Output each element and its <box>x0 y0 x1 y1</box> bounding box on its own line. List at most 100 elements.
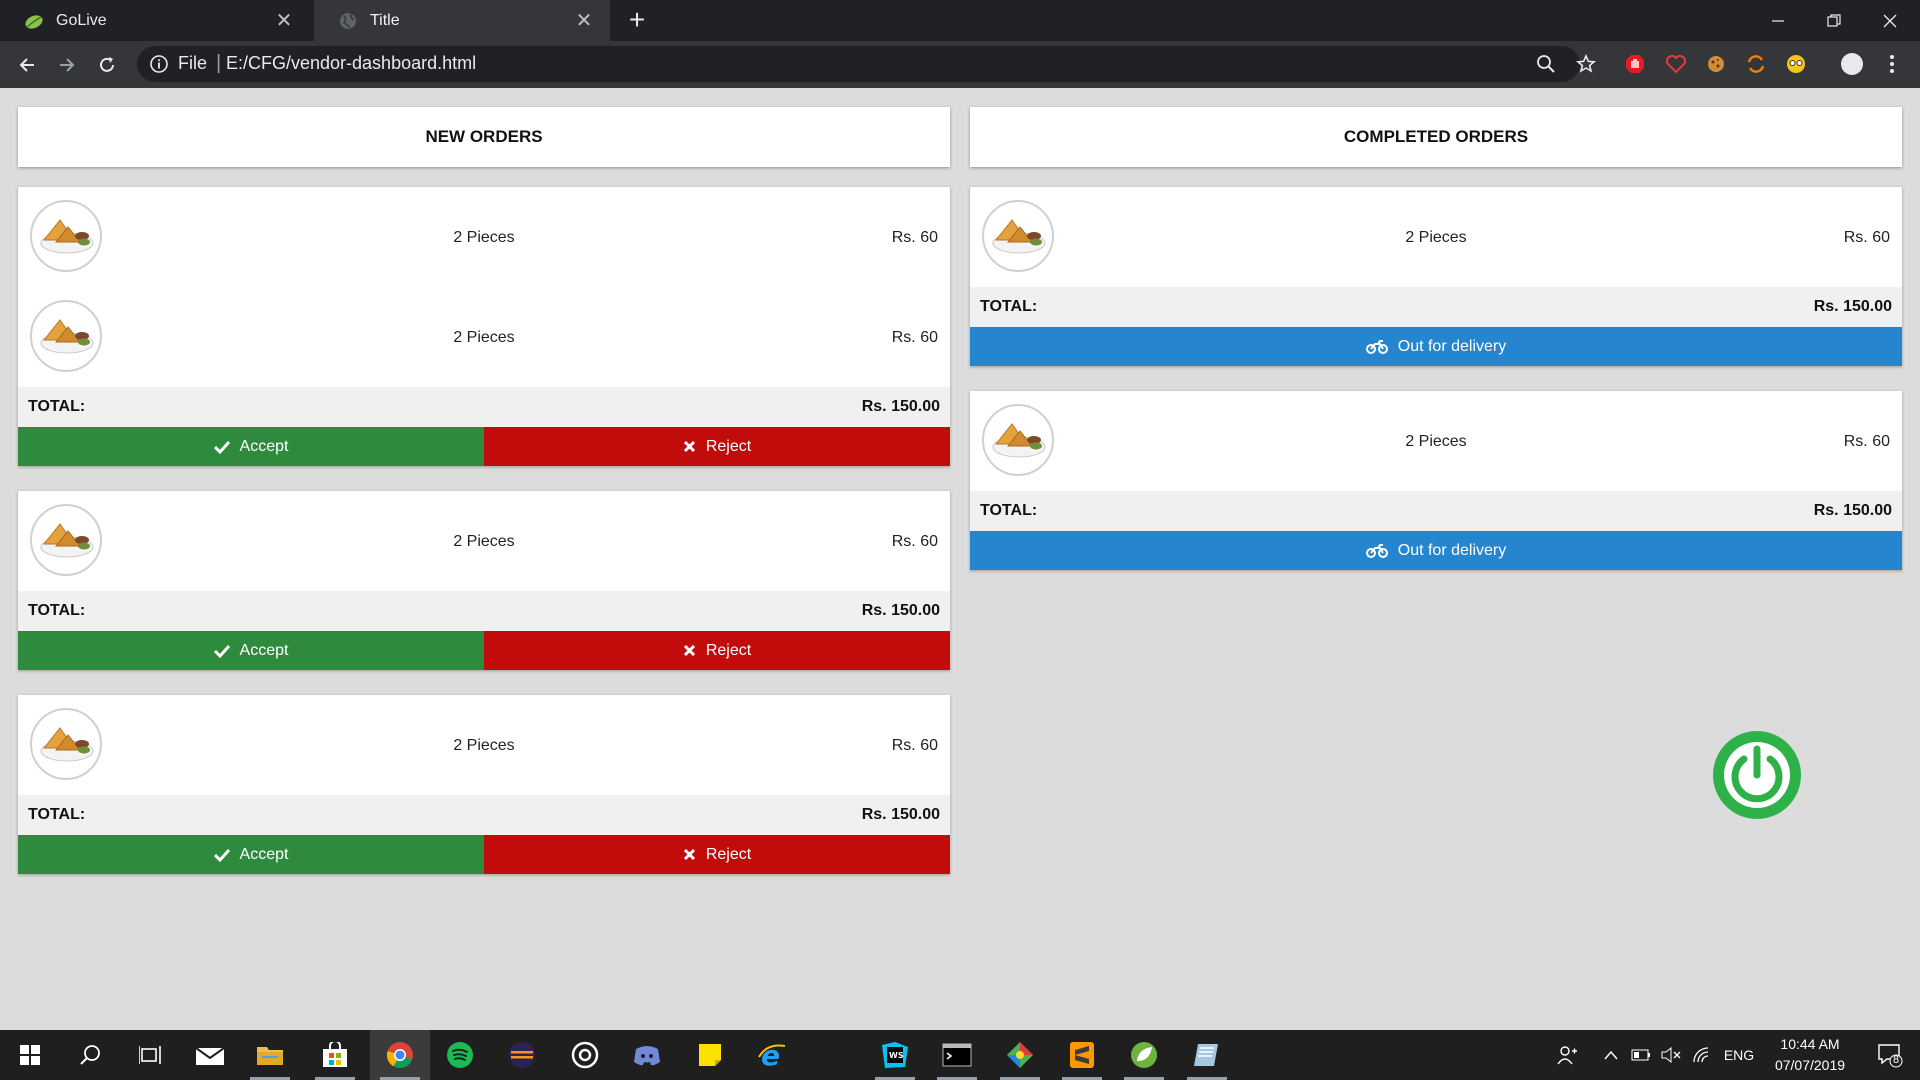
item-quantity: 2 Pieces <box>1405 229 1467 246</box>
address-scheme: File <box>178 53 208 73</box>
total-amount: Rs. 150.00 <box>861 602 940 619</box>
glasses-extension-icon[interactable] <box>1784 52 1808 76</box>
restore-icon[interactable] <box>1806 0 1862 41</box>
total-label: TOTAL: <box>28 806 86 823</box>
internet-explorer-icon[interactable]: e <box>742 1030 802 1080</box>
adblock-extension-icon[interactable] <box>1623 52 1647 76</box>
volume-muted-icon[interactable] <box>1656 1030 1686 1080</box>
completed-order-card: 2 Pieces Rs. 60 TOTAL: Rs. 150.00 Out fo… <box>970 187 1902 366</box>
spring-tool-icon[interactable] <box>1114 1030 1174 1080</box>
reject-button[interactable]: Reject <box>484 631 950 670</box>
back-icon[interactable] <box>11 49 43 81</box>
tab-title: Title <box>370 11 400 29</box>
new-order-card: 2 Pieces Rs. 60 TOTAL: Rs. 150.00 Accept… <box>18 695 950 874</box>
git-kraken-icon[interactable] <box>990 1030 1050 1080</box>
cross-icon <box>683 440 696 453</box>
clock-time: 10:44 AM <box>1780 1036 1840 1052</box>
wifi-icon[interactable] <box>1686 1030 1718 1080</box>
reject-label: Reject <box>705 437 752 455</box>
eclipse-icon[interactable] <box>492 1030 552 1080</box>
close-window-icon[interactable] <box>1862 0 1918 41</box>
svg-text:WS: WS <box>889 1051 904 1060</box>
cookie-extension-icon[interactable] <box>1704 52 1728 76</box>
minimize-icon[interactable] <box>1750 0 1806 41</box>
completed-orders-header: COMPLETED ORDERS <box>970 107 1902 167</box>
file-explorer-icon[interactable] <box>240 1030 300 1080</box>
item-price: Rs. 60 <box>1843 433 1890 450</box>
spotify-icon[interactable] <box>430 1030 490 1080</box>
out-for-delivery-button[interactable]: Out for delivery <box>970 327 1902 366</box>
power-toggle-icon[interactable] <box>1713 731 1801 819</box>
cross-icon <box>683 644 696 657</box>
system-clock[interactable]: 10:44 AM 07/07/2019 <box>1760 1034 1860 1076</box>
menu-kebab-icon[interactable] <box>1880 52 1904 76</box>
check-icon <box>213 644 230 658</box>
browser-tab-strip: GoLive ✕ Title ✕ + <box>0 0 1920 41</box>
discord-icon[interactable] <box>617 1030 677 1080</box>
order-actions: Accept Reject <box>18 835 950 874</box>
terminal-icon[interactable] <box>927 1030 987 1080</box>
new-tab-button[interactable]: + <box>622 4 652 35</box>
bookmark-star-icon[interactable] <box>1574 52 1598 76</box>
windows-start-icon[interactable] <box>0 1030 60 1080</box>
accept-label: Accept <box>239 437 289 455</box>
tab-golive[interactable]: GoLive ✕ <box>0 0 310 41</box>
tab-close-icon[interactable]: ✕ <box>572 9 596 33</box>
reject-button[interactable]: Reject <box>484 835 950 874</box>
order-total-row: TOTAL: Rs. 150.00 <box>18 795 950 835</box>
tab-title-active[interactable]: Title ✕ <box>314 0 610 41</box>
mail-icon[interactable] <box>180 1030 240 1080</box>
item-quantity: 2 Pieces <box>453 229 515 246</box>
new-order-card: 2 Pieces Rs. 60 TOTAL: Rs. 150.00 Accept… <box>18 491 950 670</box>
total-label: TOTAL: <box>980 502 1038 519</box>
reject-label: Reject <box>705 641 752 659</box>
order-actions: Accept Reject <box>18 631 950 670</box>
globe-favicon-icon <box>340 12 356 29</box>
address-url[interactable]: E:/CFG/vendor-dashboard.html <box>226 53 476 74</box>
completed-orders-title: COMPLETED ORDERS <box>1343 127 1529 146</box>
accept-label: Accept <box>239 845 289 863</box>
task-view-icon[interactable] <box>120 1030 180 1080</box>
tab-close-icon[interactable]: ✕ <box>272 9 296 33</box>
out-for-delivery-button[interactable]: Out for delivery <box>970 531 1902 570</box>
accept-button[interactable]: Accept <box>18 427 484 466</box>
total-amount: Rs. 150.00 <box>1813 502 1892 519</box>
sync-extension-icon[interactable] <box>1744 52 1768 76</box>
zoom-icon[interactable] <box>1534 52 1558 76</box>
sublime-text-icon[interactable] <box>1052 1030 1112 1080</box>
people-icon[interactable] <box>1550 1030 1584 1080</box>
forward-icon[interactable] <box>51 49 83 81</box>
delivery-status-label: Out for delivery <box>1397 337 1507 355</box>
item-price: Rs. 60 <box>891 229 938 246</box>
clock-date: 07/07/2019 <box>1774 1057 1846 1073</box>
heart-extension-icon[interactable] <box>1664 52 1688 76</box>
new-orders-title: NEW ORDERS <box>425 127 543 146</box>
item-quantity: 2 Pieces <box>1405 433 1467 450</box>
webstorm-icon[interactable]: WS <box>865 1030 925 1080</box>
item-quantity: 2 Pieces <box>453 533 515 550</box>
total-amount: Rs. 150.00 <box>861 398 940 415</box>
total-amount: Rs. 150.00 <box>861 806 940 823</box>
media-player-icon[interactable] <box>555 1030 615 1080</box>
sticky-notes-icon[interactable] <box>680 1030 740 1080</box>
microsoft-store-icon[interactable] <box>305 1030 365 1080</box>
accept-button[interactable]: Accept <box>18 631 484 670</box>
order-item: 2 Pieces Rs. 60 <box>970 187 1902 287</box>
search-icon[interactable] <box>60 1030 120 1080</box>
item-price: Rs. 60 <box>891 737 938 754</box>
order-item: 2 Pieces Rs. 60 <box>18 491 950 591</box>
site-info-icon[interactable] <box>148 53 170 75</box>
leaf-favicon-icon <box>25 14 43 29</box>
profile-avatar-icon[interactable] <box>1840 52 1864 76</box>
accept-button[interactable]: Accept <box>18 835 484 874</box>
notification-count: 8 <box>1893 1054 1900 1066</box>
input-language[interactable]: ENG <box>1718 1030 1760 1080</box>
action-center-icon[interactable]: 8 <box>1866 1030 1914 1080</box>
notes-app-icon[interactable] <box>1177 1030 1237 1080</box>
tray-chevron-up-icon[interactable] <box>1596 1030 1626 1080</box>
delivery-status-label: Out for delivery <box>1397 541 1507 559</box>
chrome-icon[interactable] <box>370 1030 430 1080</box>
reject-button[interactable]: Reject <box>484 427 950 466</box>
battery-icon[interactable] <box>1626 1030 1656 1080</box>
reload-icon[interactable] <box>91 49 123 81</box>
